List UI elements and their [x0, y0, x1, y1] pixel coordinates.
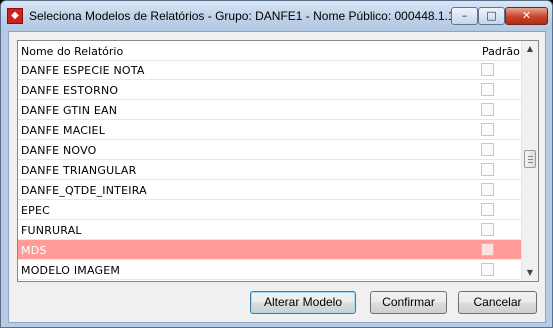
app-icon: ◆ — [7, 8, 23, 24]
report-name-cell: EPEC — [21, 204, 51, 217]
default-checkbox[interactable] — [481, 143, 494, 156]
table-row[interactable]: DANFE ESTORNO — [18, 80, 521, 100]
grid-header: Nome do Relatório Padrão — [18, 41, 521, 61]
report-models-grid[interactable]: Nome do Relatório Padrão DANFE ESPECIE N… — [17, 40, 539, 282]
confirmar-button[interactable]: Confirmar — [370, 291, 447, 314]
report-name-cell: DANFE NOVO — [21, 144, 97, 157]
report-name-cell: DANFE TRIANGULAR — [21, 164, 137, 177]
default-checkbox[interactable] — [481, 123, 494, 136]
report-name-cell: DANFE MACIEL — [21, 124, 106, 137]
window-title: Seleciona Modelos de Relatórios - Grupo:… — [29, 9, 455, 23]
column-header-name[interactable]: Nome do Relatório — [21, 45, 123, 58]
table-row[interactable]: EPEC — [18, 200, 521, 220]
table-row[interactable]: DANFE ESPECIE NOTA — [18, 60, 521, 80]
alterar-modelo-button[interactable]: Alterar Modelo — [250, 291, 356, 314]
default-checkbox[interactable] — [481, 83, 494, 96]
title-bar[interactable]: ◆ Seleciona Modelos de Relatórios - Grup… — [1, 1, 552, 31]
close-button[interactable]: ✕ — [505, 7, 548, 25]
default-checkbox[interactable] — [481, 203, 494, 216]
report-name-cell: DANFE ESPECIE NOTA — [21, 64, 145, 77]
report-name-cell: DANFE ESTORNO — [21, 84, 119, 97]
default-checkbox[interactable] — [481, 183, 494, 196]
vertical-scrollbar[interactable]: ▲ ▼ — [521, 41, 538, 281]
table-row[interactable]: DANFE MACIEL — [18, 120, 521, 140]
maximize-button[interactable]: □ — [478, 7, 505, 25]
default-checkbox[interactable] — [481, 223, 494, 236]
report-name-cell: MODELO IMAGEM — [21, 264, 121, 277]
table-row[interactable]: DANFE NOVO — [18, 140, 521, 160]
table-row[interactable]: MODELO IMAGEM — [18, 260, 521, 280]
dialog-window: ◆ Seleciona Modelos de Relatórios - Grup… — [0, 0, 553, 328]
scroll-up-icon[interactable]: ▲ — [522, 41, 538, 57]
default-checkbox[interactable] — [481, 63, 494, 76]
minimize-button[interactable]: – — [451, 7, 478, 25]
table-row[interactable]: DANFE GTIN EAN — [18, 100, 521, 120]
table-row[interactable]: DANFE TRIANGULAR — [18, 160, 521, 180]
report-name-cell: FUNRURAL — [21, 224, 82, 237]
report-name-cell: DANFE_QTDE_INTEIRA — [21, 184, 147, 197]
grid-rows: DANFE ESPECIE NOTA DANFE ESTORNO DANFE GTI… — [18, 60, 521, 280]
column-header-default[interactable]: Padrão — [482, 45, 520, 58]
default-checkbox[interactable] — [481, 243, 494, 256]
table-row[interactable]: MDS — [18, 240, 521, 260]
table-row[interactable]: DANFE_QTDE_INTEIRA — [18, 180, 521, 200]
default-checkbox[interactable] — [481, 263, 494, 276]
cancelar-button[interactable]: Cancelar — [458, 291, 537, 314]
table-row[interactable]: FUNRURAL — [18, 220, 521, 240]
default-checkbox[interactable] — [481, 163, 494, 176]
report-name-cell: MDS — [21, 244, 47, 257]
default-checkbox[interactable] — [481, 103, 494, 116]
report-name-cell: DANFE GTIN EAN — [21, 104, 118, 117]
scroll-down-icon[interactable]: ▼ — [522, 265, 538, 281]
scroll-thumb[interactable] — [524, 150, 536, 168]
dialog-client-area: Nome do Relatório Padrão DANFE ESPECIE N… — [8, 31, 546, 323]
